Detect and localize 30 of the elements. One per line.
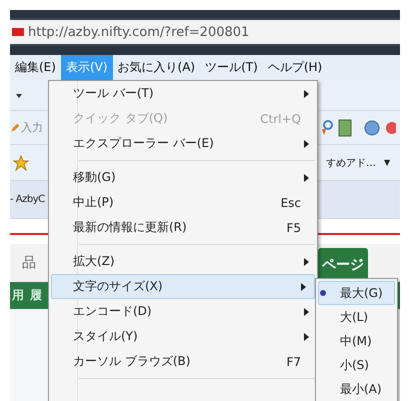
url-text: http://azby.nifty.com/?ref=200801 [28, 24, 250, 40]
menu-bar-item[interactable]: 編集(E) [10, 55, 61, 80]
address-field[interactable]: http://azby.nifty.com/?ref=200801 [10, 20, 400, 44]
pencil-icon[interactable] [10, 122, 20, 134]
nav-label[interactable]: 品 [22, 254, 36, 272]
dropdown-arrow[interactable]: ▼ [384, 158, 390, 167]
menu-item[interactable]: カーソル ブラウズ(B) F7 [49, 349, 317, 374]
tab-title[interactable]: - AzbyC [10, 194, 45, 205]
menu-item[interactable]: エクスプローラー バー(E) [49, 131, 317, 156]
star-icon[interactable] [13, 154, 29, 170]
submenu-item[interactable]: 中(M) [316, 329, 397, 353]
menu-item[interactable]: 拡大(Z) [49, 249, 317, 274]
menu-item[interactable]: 移動(G) [49, 165, 317, 190]
search-field[interactable]: 入力 [21, 121, 45, 134]
menu-bar-item[interactable]: ツール(T) [200, 55, 263, 80]
favorites-link[interactable]: すめアド… [326, 156, 376, 170]
submenu-item[interactable]: 小(S) [316, 353, 397, 377]
submenu-item[interactable]: 最大(G) [318, 281, 395, 305]
site-icon [12, 27, 24, 37]
menu-item[interactable]: スタイル(Y) [49, 324, 317, 349]
magnifier-icon[interactable] [320, 118, 334, 136]
submenu-item[interactable]: 最小(A) [316, 377, 397, 401]
menu-bar-item[interactable]: お気に入り(A) [112, 55, 200, 80]
radio-bullet-icon [320, 290, 326, 296]
menu-item[interactable]: 中止(P) Esc [49, 190, 317, 215]
menu-item[interactable]: 文字のサイズ(X) [51, 274, 315, 299]
page-icon[interactable] [338, 118, 352, 136]
menu-item[interactable]: 最新の情報に更新(R) F5 [49, 215, 317, 240]
menu-bar-item[interactable]: ヘルプ(H) [262, 55, 328, 80]
circle-icon[interactable] [364, 120, 380, 136]
